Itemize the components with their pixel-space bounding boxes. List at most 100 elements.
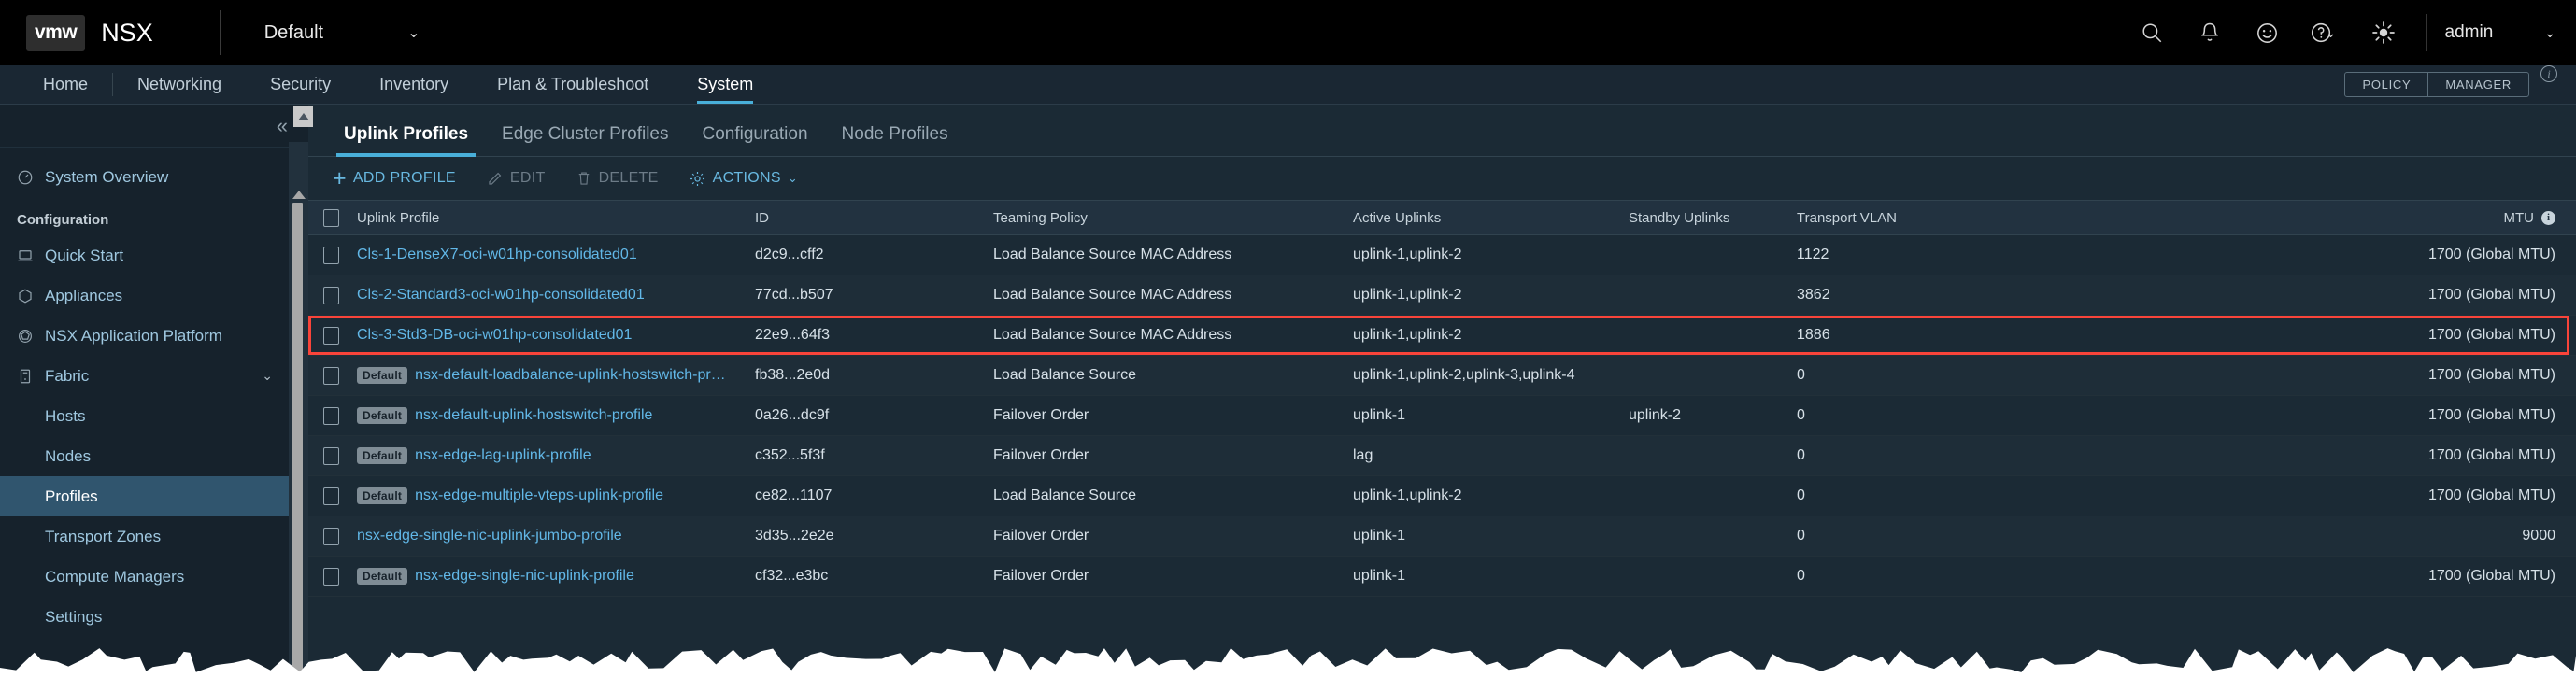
bell-icon[interactable]	[2181, 0, 2239, 65]
cell-transport-vlan: 0	[1797, 367, 1805, 383]
cell-teaming-policy: Load Balance Source MAC Address	[993, 327, 1232, 343]
uplink-profile-link[interactable]: Cls-3-Std3-DB-oci-w01hp-consolidated01	[357, 327, 632, 344]
uplink-profile-link[interactable]: nsx-default-uplink-hostswitch-profile	[415, 407, 652, 424]
column-header-mtu[interactable]: MTU i	[2082, 210, 2576, 226]
user-menu[interactable]: admin ⌄	[2445, 22, 2555, 43]
info-icon[interactable]: i	[2540, 65, 2557, 82]
sidebar-item-fabric[interactable]: Fabric ⌄	[0, 356, 308, 396]
sidebar-scrollbar-track[interactable]	[289, 142, 308, 678]
row-checkbox-cell	[308, 567, 353, 586]
uplink-profile-link[interactable]: nsx-default-loadbalance-uplink-hostswitc…	[415, 367, 726, 384]
sidebar-scrollbar[interactable]	[292, 187, 306, 678]
row-checkbox[interactable]	[322, 326, 339, 345]
sidebar-item-nodes[interactable]: Nodes	[0, 436, 308, 476]
nav-item-system[interactable]: System	[673, 65, 777, 104]
cell-teaming-policy: Load Balance Source MAC Address	[993, 247, 1232, 262]
table-row[interactable]: Cls-1-DenseX7-oci-w01hp-consolidated01 d2…	[308, 235, 2576, 275]
uplink-profile-link[interactable]: nsx-edge-single-nic-uplink-jumbo-profile	[357, 528, 622, 544]
tab-bar: Uplink Profiles Edge Cluster Profiles Conf…	[308, 105, 2576, 157]
sidebar-item-settings[interactable]: Settings	[0, 597, 308, 637]
uplink-profile-link[interactable]: Cls-2-Standard3-oci-w01hp-consolidated01	[357, 287, 645, 304]
sidebar-item-compute-managers[interactable]: Compute Managers	[0, 557, 308, 597]
column-header-standby-uplinks[interactable]: Standby Uplinks	[1629, 210, 1797, 226]
content-scroll-up-button[interactable]	[293, 106, 313, 127]
nav-item-security[interactable]: Security	[246, 65, 355, 104]
uplink-profile-link[interactable]: nsx-edge-single-nic-uplink-profile	[415, 568, 634, 585]
table-row[interactable]: Cls-3-Std3-DB-oci-w01hp-consolidated01 22…	[308, 316, 2576, 356]
row-checkbox[interactable]	[322, 446, 339, 465]
chevron-down-icon[interactable]: ⌄	[262, 368, 273, 384]
table-row[interactable]: nsx-edge-single-nic-uplink-jumbo-profile…	[308, 516, 2576, 557]
cell-active-uplinks: uplink-1	[1353, 407, 1406, 423]
select-all-checkbox[interactable]	[322, 208, 339, 227]
cell-uplink-profile: Default nsx-default-uplink-hostswitch-pro…	[353, 407, 755, 424]
row-checkbox[interactable]	[322, 487, 339, 505]
row-checkbox[interactable]	[322, 246, 339, 264]
table-row[interactable]: Default nsx-edge-single-nic-uplink-profil…	[308, 557, 2576, 597]
add-profile-button[interactable]: + ADD PROFILE	[333, 166, 473, 191]
uplink-profile-link[interactable]: Cls-1-DenseX7-oci-w01hp-consolidated01	[357, 247, 637, 263]
theme-icon[interactable]	[2355, 0, 2412, 65]
sidebar-item-system-overview[interactable]: System Overview	[0, 157, 308, 197]
nav-item-networking[interactable]: Networking	[113, 65, 246, 104]
sidebar-item-transport-zones[interactable]: Transport Zones	[0, 516, 308, 557]
sidebar-collapse-button[interactable]: «	[0, 105, 308, 148]
tab-edge-cluster-profiles[interactable]: Edge Cluster Profiles	[485, 124, 685, 156]
row-checkbox[interactable]	[322, 366, 339, 385]
row-checkbox[interactable]	[322, 527, 339, 545]
nav-item-home[interactable]: Home	[19, 65, 112, 104]
cell-id: c352...5f3f	[755, 447, 825, 463]
sidebar-scroll-thumb[interactable]	[292, 203, 303, 678]
table-row[interactable]: Default nsx-edge-multiple-vteps-uplink-pr…	[308, 476, 2576, 516]
table-row[interactable]: Cls-2-Standard3-oci-w01hp-consolidated01…	[308, 275, 2576, 316]
sidebar-item-quick-start[interactable]: Quick Start	[0, 235, 308, 275]
column-header-transport-vlan[interactable]: Transport VLAN	[1797, 210, 2082, 226]
row-checkbox[interactable]	[322, 286, 339, 304]
tab-node-profiles[interactable]: Node Profiles	[825, 124, 965, 156]
tenant-selector[interactable]: Default ⌄	[264, 22, 420, 44]
delete-button: DELETE	[576, 170, 676, 187]
policy-manager-toggle: POLICY MANAGER	[2344, 72, 2529, 97]
vmware-logo: vmw	[26, 14, 86, 51]
brand[interactable]: vmw NSX	[0, 14, 153, 51]
tab-configuration[interactable]: Configuration	[686, 124, 825, 156]
uplink-profile-link[interactable]: nsx-edge-lag-uplink-profile	[415, 447, 591, 464]
sidebar-item-profiles[interactable]: Profiles	[0, 476, 308, 516]
tab-uplink-profiles[interactable]: Uplink Profiles	[327, 124, 485, 157]
policy-button[interactable]: POLICY	[2345, 73, 2427, 96]
manager-button[interactable]: MANAGER	[2427, 73, 2528, 96]
cell-transport-vlan: 0	[1797, 487, 1805, 503]
uplink-profile-link[interactable]: nsx-edge-multiple-vteps-uplink-profile	[415, 487, 663, 504]
sidebar-group-label: Configuration	[17, 212, 109, 228]
table-row[interactable]: Default nsx-default-uplink-hostswitch-pro…	[308, 396, 2576, 436]
cell-active-uplinks: uplink-1,uplink-2	[1353, 487, 1462, 503]
action-toolbar: + ADD PROFILE EDIT DELETE ACTIONS ⌄	[308, 157, 2576, 200]
main-nav-items: Home Networking Security Inventory Plan & Tr…	[0, 65, 777, 104]
default-badge: Default	[357, 367, 408, 384]
table-row[interactable]: Default nsx-edge-lag-uplink-profile c352..…	[308, 436, 2576, 476]
table-row[interactable]: Default nsx-default-loadbalance-uplink-ho…	[308, 356, 2576, 396]
toolbar-button-label: ACTIONS	[712, 170, 781, 186]
sidebar-item-appliances[interactable]: Appliances	[0, 275, 308, 316]
column-header-uplink-profile[interactable]: Uplink Profile	[353, 210, 755, 226]
info-icon[interactable]: i	[2541, 210, 2555, 225]
smiley-icon[interactable]	[2239, 0, 2297, 65]
cell-active-uplinks: lag	[1353, 447, 1373, 463]
nav-item-inventory[interactable]: Inventory	[355, 65, 473, 104]
scroll-up-arrow-icon[interactable]	[292, 191, 306, 199]
cell-id: fb38...2e0d	[755, 367, 831, 383]
sidebar-item-hosts[interactable]: Hosts	[0, 396, 308, 436]
nav-item-plan-troubleshoot[interactable]: Plan & Troubleshoot	[473, 65, 673, 104]
column-header-id[interactable]: ID	[755, 210, 993, 226]
cell-uplink-profile: Default nsx-default-loadbalance-uplink-ho…	[353, 367, 755, 384]
column-header-teaming-policy[interactable]: Teaming Policy	[993, 210, 1353, 226]
actions-button[interactable]: ACTIONS ⌄	[689, 170, 815, 188]
default-badge: Default	[357, 407, 408, 424]
help-icon[interactable]: ⌄	[2297, 0, 2355, 65]
search-icon[interactable]	[2123, 0, 2181, 65]
row-checkbox[interactable]	[322, 406, 339, 425]
column-header-active-uplinks[interactable]: Active Uplinks	[1353, 210, 1629, 226]
sidebar-item-nsx-application-platform[interactable]: NSX Application Platform	[0, 316, 308, 356]
row-checkbox[interactable]	[322, 567, 339, 586]
cell-teaming-policy: Failover Order	[993, 447, 1089, 463]
